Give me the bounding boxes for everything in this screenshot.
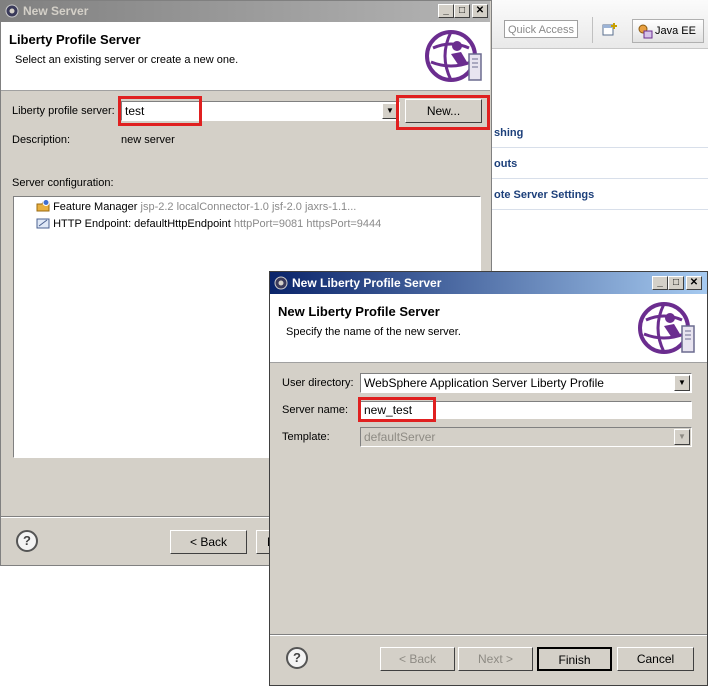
chevron-down-icon[interactable]: ▼	[674, 429, 690, 445]
description-label: Description:	[12, 134, 71, 146]
eclipse-icon	[274, 276, 288, 290]
new-server-title: New Server	[23, 4, 89, 18]
maximize-button[interactable]: □	[454, 4, 470, 18]
close-button[interactable]: ✕	[686, 276, 702, 290]
tree-item-name: Feature Manager	[53, 201, 138, 213]
server-name-label: Server name:	[282, 404, 349, 416]
publishing-section[interactable]: shing	[492, 118, 708, 148]
back-button[interactable]: < Back	[170, 530, 247, 554]
template-select[interactable]: defaultServer ▼	[360, 427, 692, 447]
banner-subtitle: Specify the name of the new server.	[286, 326, 461, 338]
tree-item-http-endpoint[interactable]: HTTP Endpoint: defaultHttpEndpoint httpP…	[36, 215, 381, 233]
feature-manager-icon	[36, 199, 50, 212]
highlight-new-button	[396, 95, 490, 130]
server-label: Liberty profile server:	[12, 105, 115, 117]
quick-access-input[interactable]: Quick Access	[504, 20, 578, 38]
toolbar-separator	[592, 17, 593, 43]
highlight-server-name	[358, 397, 436, 422]
next-button[interactable]: Next >	[458, 647, 533, 671]
back-button[interactable]: < Back	[380, 647, 455, 671]
footer-separator	[270, 634, 707, 636]
tree-item-feature-manager[interactable]: Feature Manager jsp-2.2 localConnector-1…	[36, 198, 356, 216]
banner-title: Liberty Profile Server	[9, 32, 141, 47]
new-liberty-titlebar: New Liberty Profile Server _ □ ✕	[270, 272, 707, 294]
remote-server-settings-section[interactable]: ote Server Settings	[492, 180, 708, 210]
user-directory-label: User directory:	[282, 377, 354, 389]
template-value: defaultServer	[364, 430, 436, 444]
java-ee-label: Java EE	[655, 25, 696, 37]
java-ee-icon	[638, 24, 653, 39]
minimize-button[interactable]: _	[438, 4, 454, 18]
java-ee-perspective-button[interactable]: Java EE	[632, 19, 704, 43]
eclipse-icon	[5, 4, 19, 18]
new-server-titlebar: New Server _ □ ✕	[1, 1, 490, 22]
template-label: Template:	[282, 431, 330, 443]
user-directory-value: WebSphere Application Server Liberty Pro…	[364, 376, 604, 390]
description-value: new server	[121, 134, 175, 146]
open-perspective-icon[interactable]	[602, 22, 618, 38]
help-icon[interactable]: ?	[16, 530, 38, 552]
server-configuration-label: Server configuration:	[12, 177, 114, 189]
liberty-server-icon	[638, 302, 695, 354]
tree-item-detail: httpPort=9081 httpsPort=9444	[233, 218, 382, 230]
minimize-button[interactable]: _	[652, 276, 668, 290]
http-endpoint-icon	[36, 218, 50, 229]
tree-item-name: HTTP Endpoint: defaultHttpEndpoint	[53, 218, 231, 230]
user-directory-select[interactable]: WebSphere Application Server Liberty Pro…	[360, 373, 692, 393]
close-button[interactable]: ✕	[472, 4, 488, 18]
timeouts-section[interactable]: outs	[492, 149, 708, 179]
highlight-server-select	[118, 96, 202, 126]
new-liberty-banner: New Liberty Profile Server Specify the n…	[270, 294, 707, 363]
cancel-button[interactable]: Cancel	[617, 647, 694, 671]
liberty-server-icon	[425, 30, 482, 82]
tree-item-detail: jsp-2.2 localConnector-1.0 jsf-2.0 jaxrs…	[140, 201, 357, 213]
finish-button[interactable]: Finish	[537, 647, 612, 671]
maximize-button[interactable]: □	[668, 276, 684, 290]
banner-title: New Liberty Profile Server	[278, 304, 440, 319]
help-icon[interactable]: ?	[286, 647, 308, 669]
new-liberty-title: New Liberty Profile Server	[292, 276, 442, 290]
new-server-banner: Liberty Profile Server Select an existin…	[1, 22, 490, 91]
banner-subtitle: Select an existing server or create a ne…	[15, 54, 239, 66]
chevron-down-icon[interactable]: ▼	[674, 375, 690, 391]
